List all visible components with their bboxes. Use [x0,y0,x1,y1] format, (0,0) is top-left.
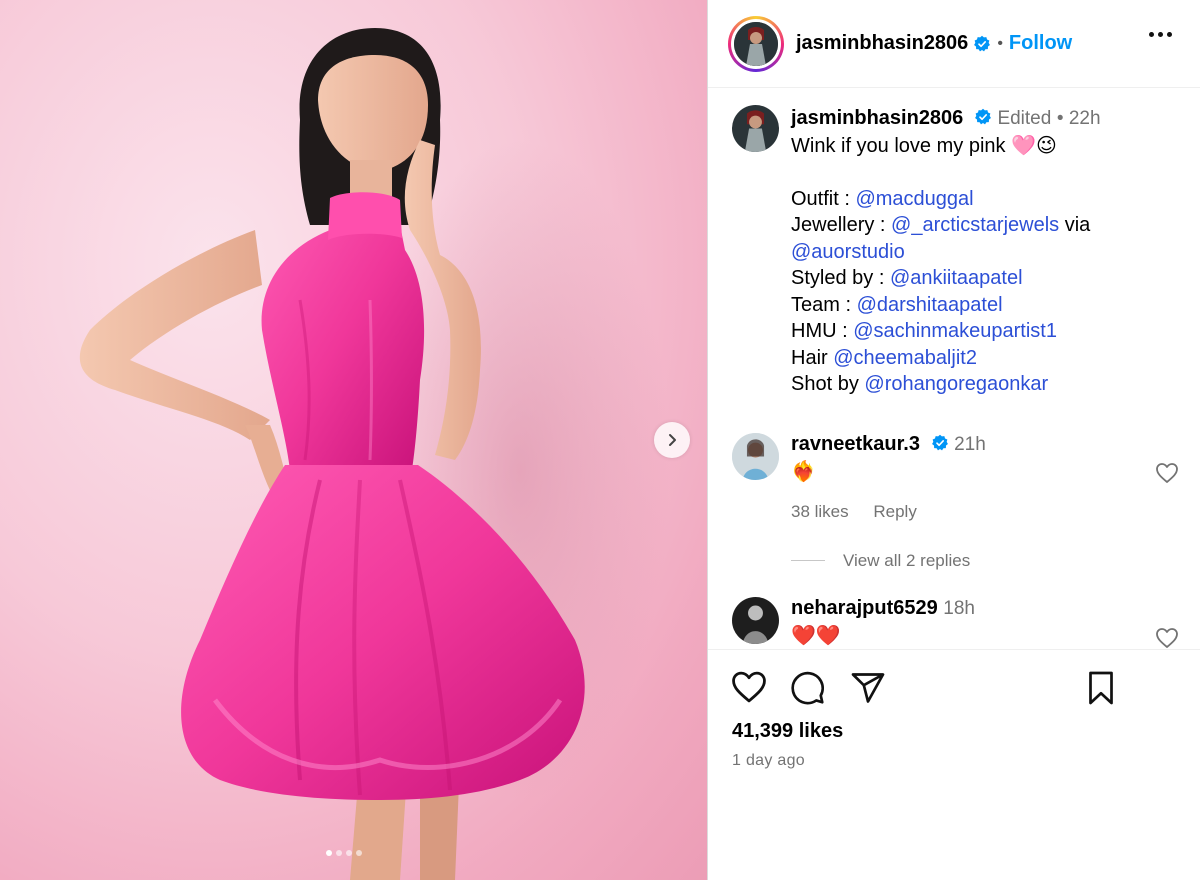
separator-dot: • [997,34,1003,52]
comment-text: ❤️‍🔥 [791,460,816,483]
comment-body: neharajput6529 18h ❤️❤️ [791,595,1181,649]
comment-username[interactable]: neharajput6529 [791,597,938,619]
caption-credit-label: Jewellery : [791,214,892,236]
mention-link[interactable]: @rohangoregaonkar [864,373,1048,395]
verified-badge-icon [974,108,991,125]
caption-credit-line: @auorstudio [791,239,1181,266]
story-ring[interactable] [728,15,784,72]
caption-credit-line: Outfit : @macduggal [791,186,1181,213]
comment-time: 18h [943,598,975,619]
avatar[interactable] [732,433,779,480]
caption-credit-label: Outfit : [791,187,856,210]
avatar [734,21,778,66]
mention-link[interactable]: @darshitaapatel [857,294,1003,316]
post-time: 1 day ago [732,752,805,769]
separator-dot: • [1056,108,1069,129]
avatar[interactable] [732,105,779,152]
view-replies-label: View all 2 replies [843,550,971,570]
caption-credit-label: Team : [791,293,857,316]
carousel-dot [356,850,362,856]
caption-credit-suffix: via [1059,214,1091,236]
caption-credit-line: Shot by @rohangoregaonkar [791,371,1181,398]
post-photo [79,28,670,880]
caption-credit-label: Hair [791,346,834,369]
mention-link[interactable]: @auorstudio [791,241,905,263]
post-side-panel: jasminbhasin2806 • Follow jasminbhasin28… [707,0,1200,880]
carousel-dot [326,850,332,856]
caption-username[interactable]: jasminbhasin2806 [791,107,963,129]
post-header: jasminbhasin2806 • Follow [708,0,1200,88]
comment-like-heart-icon[interactable] [1155,627,1179,649]
post-author-username[interactable]: jasminbhasin2806 [796,32,968,55]
caption-credits: Outfit : @macduggal Jewellery : @_arctics… [791,186,1181,398]
mention-link[interactable]: @cheemabaljit2 [833,347,977,369]
caption-credit-line: Hair @cheemabaljit2 [791,345,1181,372]
caption-time: 22h [1068,108,1101,129]
caption-credit-label: HMU : [791,320,854,342]
follow-button[interactable]: Follow [1009,32,1072,55]
like-heart-icon[interactable] [730,670,768,704]
comment-text: ❤️❤️ [791,624,841,647]
reply-button[interactable]: Reply [873,502,916,521]
caption-credit-line: Jewellery : @_arcticstarjewels via [791,212,1181,239]
carousel-dot [336,850,342,856]
comment-actions: 38 likes Reply [791,499,1181,526]
comment-time: 21h [954,434,986,455]
avatar[interactable] [732,597,779,644]
edited-label: Edited [997,108,1052,129]
caption-credit-line: Styled by : @ankiitaapatel [791,265,1181,292]
post-media[interactable] [0,0,707,880]
likes-count[interactable]: 41,399 likes [732,720,843,743]
carousel-next-button[interactable] [654,422,690,458]
carousel-dot [346,850,352,856]
caption-text: Wink if you love my pink 🩷😉 [791,134,1057,157]
comment-like-heart-icon[interactable] [1155,462,1179,484]
mention-link[interactable]: @macduggal [855,188,973,210]
comment-username[interactable]: ravneetkaur.3 [791,433,920,455]
comment-bubble-icon[interactable] [790,670,826,706]
mention-link[interactable]: @_arcticstarjewels [891,214,1059,236]
caption-credit-line: HMU : @sachinmakeupartist1 [791,318,1181,345]
caption-credit-label: Shot by [791,373,865,395]
mention-link[interactable]: @ankiitaapatel [890,267,1023,289]
verified-badge-icon [974,35,991,51]
share-send-icon[interactable] [850,670,886,706]
mention-link[interactable]: @sachinmakeupartist1 [853,320,1057,342]
verified-badge-icon [931,434,948,451]
post-actions-bar: 41,399 likes 1 day ago [708,649,1200,880]
more-options-icon[interactable] [1149,32,1172,37]
comment-likes[interactable]: 38 likes [791,502,849,521]
save-bookmark-icon[interactable] [1084,670,1118,706]
comment-body: ravneetkaur.3 21h ❤️‍🔥 38 likes Reply Vi… [791,431,1181,574]
carousel-indicator [326,850,362,856]
caption-credit-label: Styled by : [791,267,890,289]
caption-body: jasminbhasin2806 Edited • 22h Wink if yo… [791,105,1181,398]
view-replies-button[interactable]: View all 2 replies [791,548,1181,575]
chevron-right-icon [669,434,676,446]
caption-credit-line: Team : @darshitaapatel [791,292,1181,319]
comments-list[interactable]: jasminbhasin2806 Edited • 22h Wink if yo… [708,89,1200,649]
